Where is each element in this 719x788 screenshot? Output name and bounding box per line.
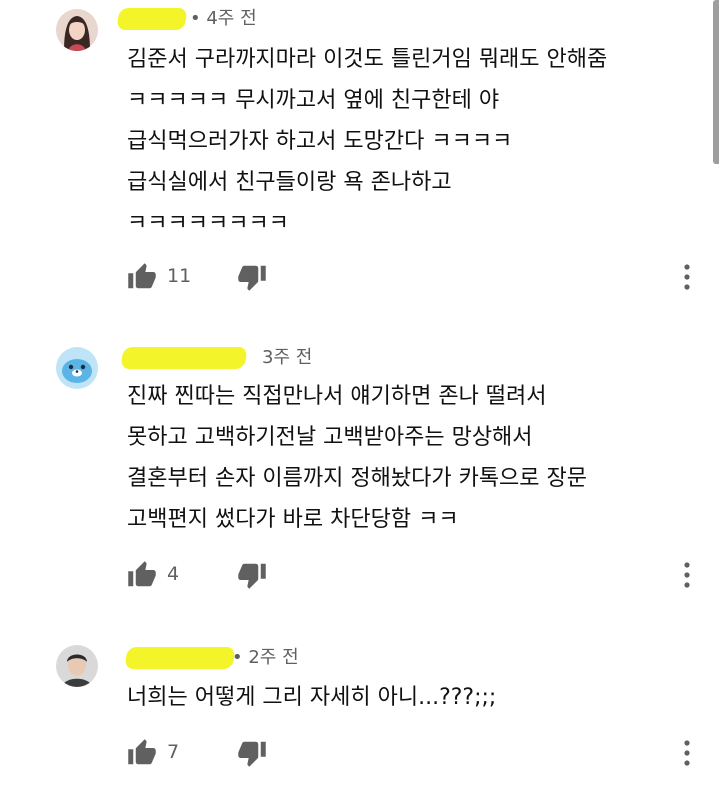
timestamp-text: 4주 전 [206, 8, 257, 29]
more-vert-icon[interactable] [680, 262, 694, 292]
comment-timestamp: • 4주 전 [190, 8, 257, 29]
more-vert-icon[interactable] [680, 738, 694, 768]
comment-line: ㅋㅋㅋㅋㅋ 무시까고서 옆에 친구한테 야 [127, 88, 500, 113]
like-count: 11 [167, 265, 192, 287]
more-vert-icon[interactable] [680, 560, 694, 590]
thumbs-down-icon[interactable] [237, 738, 267, 768]
redacted-username [124, 647, 236, 669]
like-count: 7 [167, 741, 180, 763]
comment-line: ㅋㅋㅋㅋㅋㅋㅋㅋ [127, 211, 289, 236]
comment-line: 급식먹으러가자 하고서 도망간다 ㅋㅋㅋㅋ [127, 129, 513, 154]
redacted-username [120, 347, 248, 369]
avatar[interactable] [56, 347, 98, 389]
comment-timestamp: 3주 전 [262, 345, 312, 371]
comment-line: 김준서 구라까지마라 이것도 틀린거임 뭐래도 안해줌 [127, 47, 608, 72]
comment-text: 진짜 찐따는 직접만나서 얘기하면 존나 떨려서 못하고 고백하기전날 고백받아… [127, 376, 699, 540]
comment-line: 결혼부터 손자 이름까지 정해놨다가 카톡으로 장문 [127, 466, 588, 491]
avatar[interactable] [56, 9, 98, 51]
scrollbar[interactable] [713, 0, 719, 164]
redacted-username [116, 8, 188, 30]
thumbs-up-icon[interactable] [127, 738, 157, 768]
comment-line: 급식실에서 친구들이랑 욕 존나하고 [127, 170, 452, 195]
comment-line: 고백편지 썼다가 바로 차단당함 ㅋㅋ [127, 507, 459, 532]
profile-photo-woman-icon [56, 9, 98, 51]
timestamp-text: 3주 전 [262, 347, 313, 368]
timestamp-text: 2주 전 [248, 647, 299, 668]
comment-text: 김준서 구라까지마라 이것도 틀린거임 뭐래도 안해줌 ㅋㅋㅋㅋㅋ 무시까고서 … [127, 39, 699, 244]
thumbs-up-icon[interactable] [127, 262, 157, 292]
profile-photo-man-icon [56, 645, 98, 687]
comment-line: 너희는 어떻게 그리 자세히 아니...???;;; [127, 685, 497, 710]
comment-line: 진짜 찐따는 직접만나서 얘기하면 존나 떨려서 [127, 384, 547, 409]
like-count: 4 [167, 563, 180, 585]
comment-text: 너희는 어떻게 그리 자세히 아니...???;;; [127, 677, 699, 718]
comment-line: 못하고 고백하기전날 고백받아주는 망상해서 [127, 425, 533, 450]
thumbs-down-icon[interactable] [237, 262, 267, 292]
blue-seal-cartoon-icon [56, 347, 98, 389]
avatar[interactable] [56, 645, 98, 687]
thumbs-up-icon[interactable] [127, 560, 157, 590]
comment-timestamp: • 2주 전 [232, 647, 299, 668]
thumbs-down-icon[interactable] [237, 560, 267, 590]
